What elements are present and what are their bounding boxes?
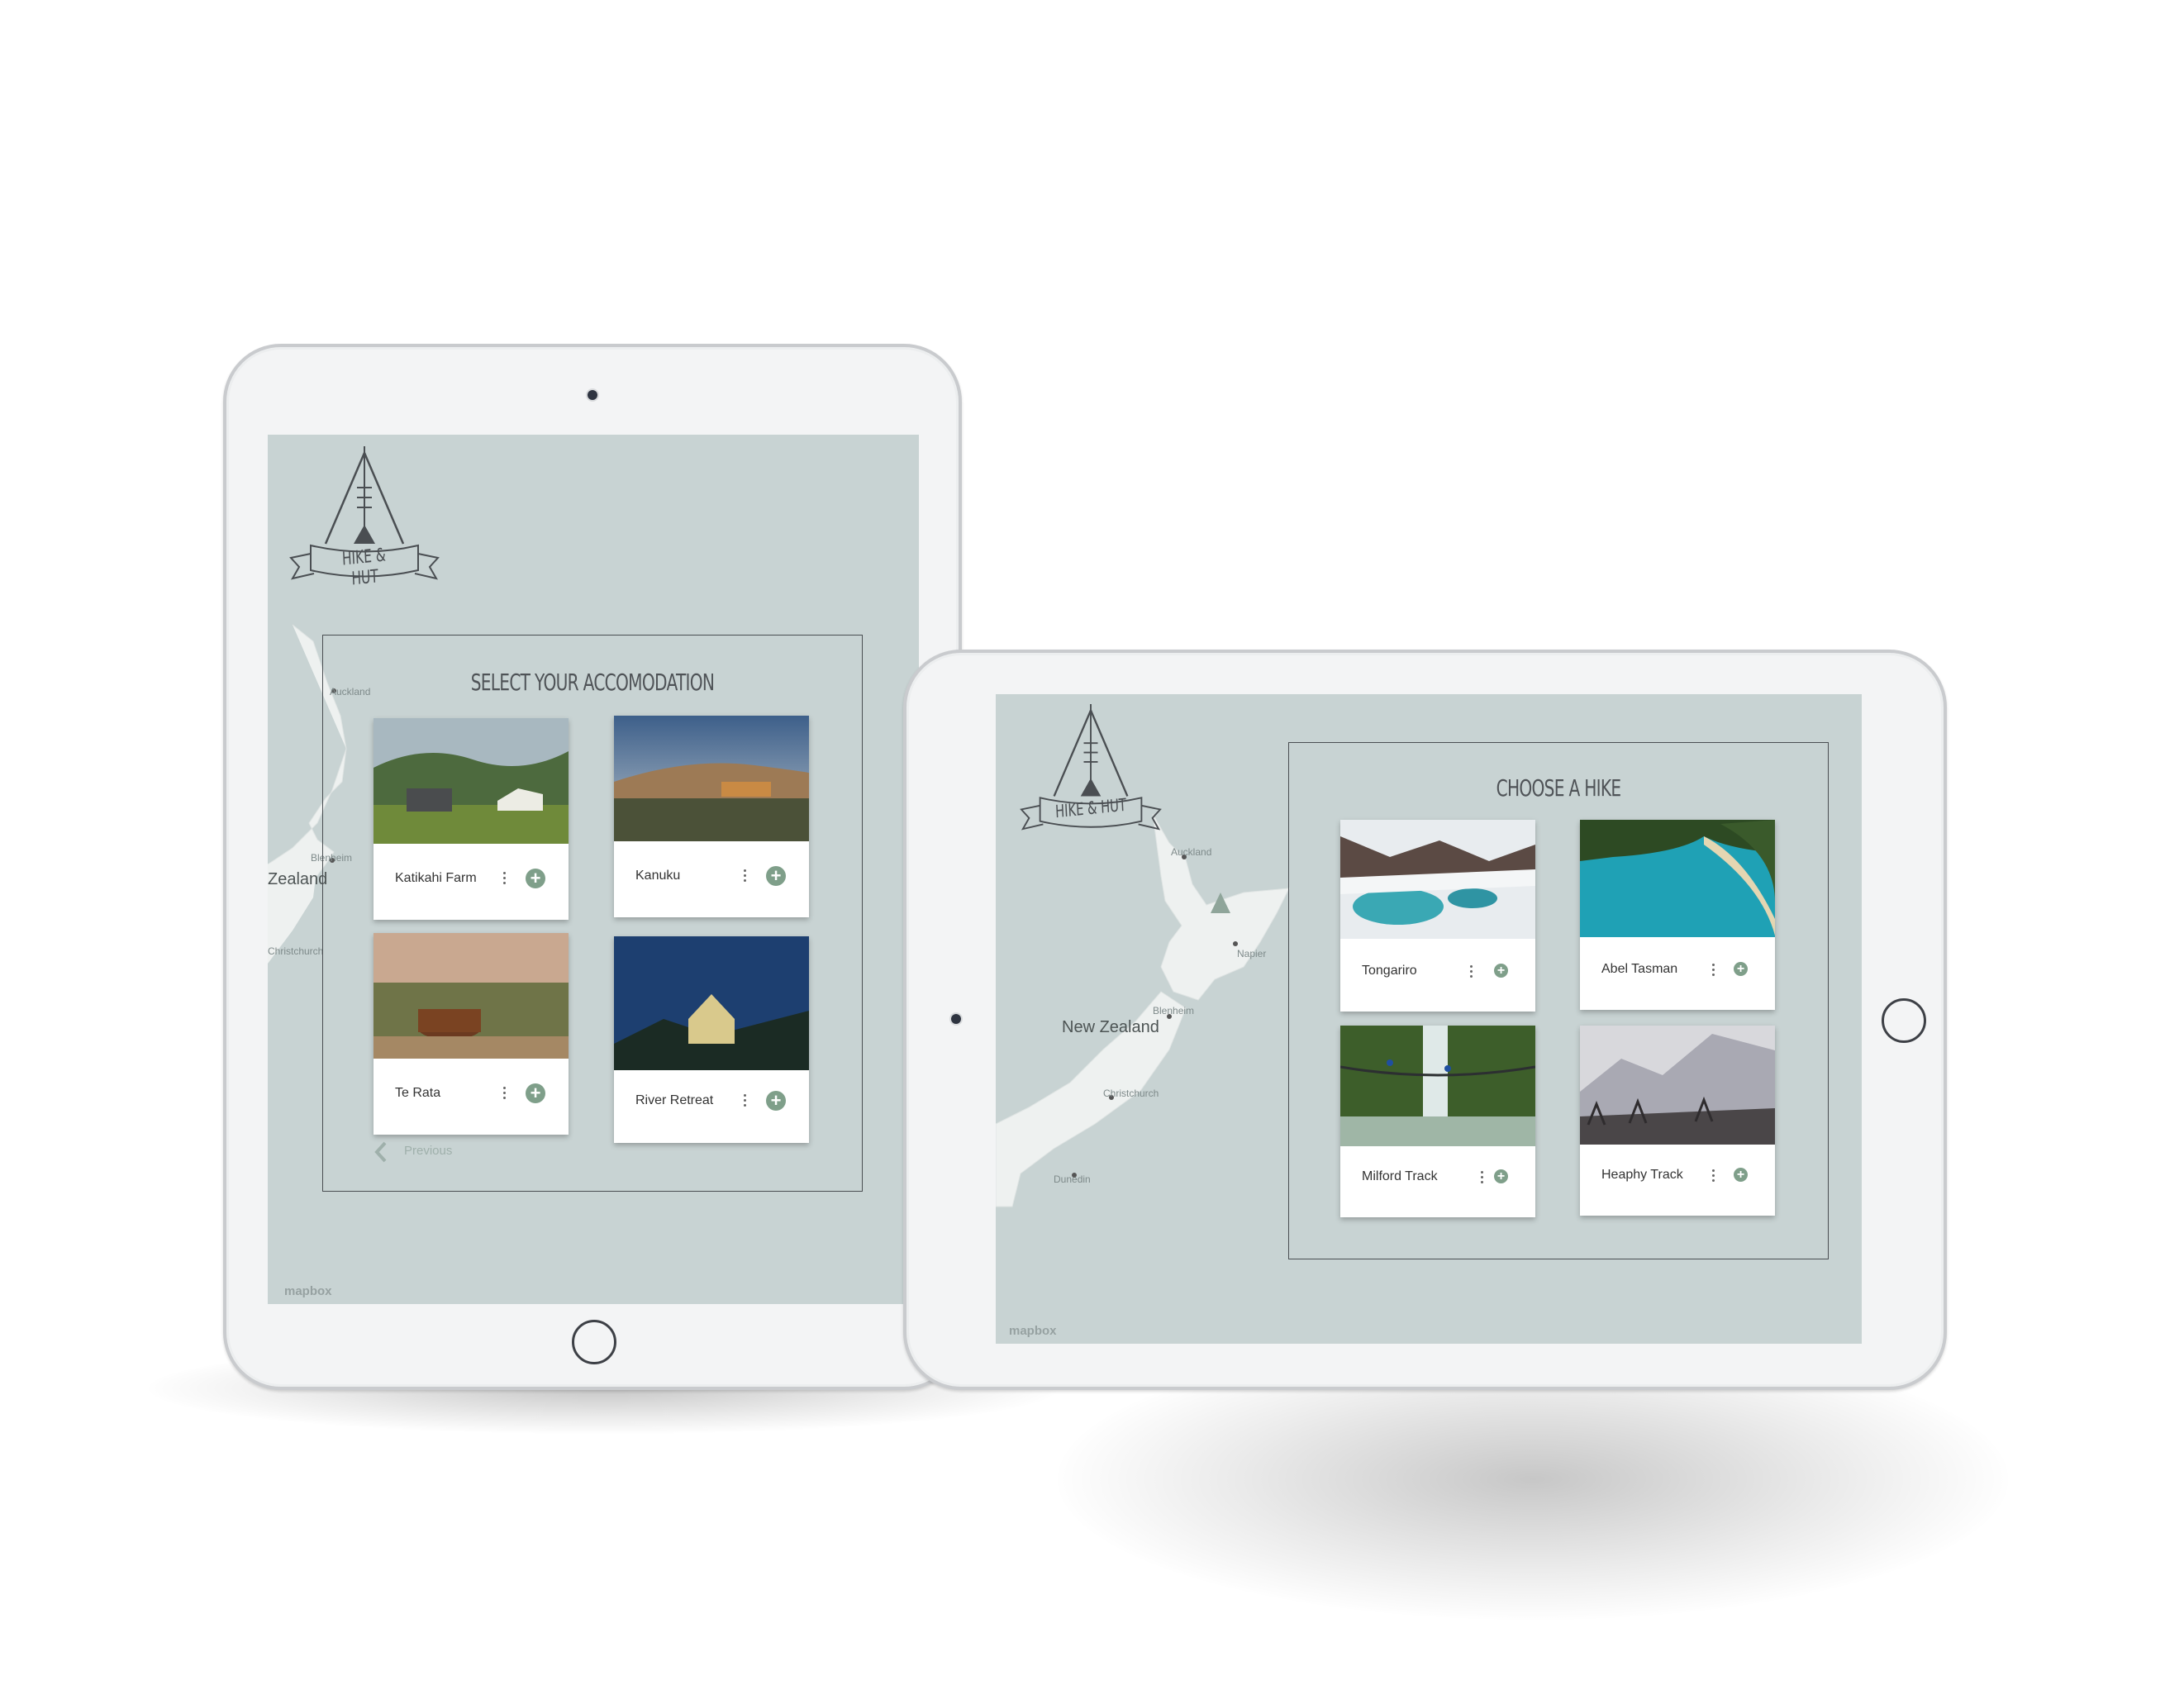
add-icon[interactable]: + bbox=[526, 1083, 545, 1103]
hike-photo bbox=[1580, 820, 1775, 937]
accommodation-name: River Retreat bbox=[635, 1093, 714, 1107]
hike-name: Tongariro bbox=[1362, 964, 1417, 978]
hike-title: CHOOSE A HIKE bbox=[1496, 774, 1622, 802]
mapbox-attribution[interactable]: mapbox bbox=[284, 1284, 332, 1298]
hike-photo bbox=[1340, 1026, 1535, 1146]
accommodation-card-kanuku[interactable]: Kanuku + bbox=[614, 716, 809, 917]
more-options-icon[interactable] bbox=[744, 1094, 747, 1109]
hike-panel: CHOOSE A HIKE Tongariro + Abel Tasman + … bbox=[1288, 742, 1829, 1259]
more-options-icon[interactable] bbox=[1470, 965, 1473, 980]
more-options-icon[interactable] bbox=[744, 869, 747, 884]
hike-card-milford-track[interactable]: Milford Track + bbox=[1340, 1026, 1535, 1217]
map-label-auckland: Auckland bbox=[1171, 846, 1212, 858]
hike-photo bbox=[1580, 1026, 1775, 1145]
previous-label: Previous bbox=[404, 1144, 453, 1158]
add-icon[interactable]: + bbox=[1734, 962, 1748, 976]
more-options-icon[interactable] bbox=[1712, 1169, 1715, 1184]
accommodation-card-katikahi[interactable]: Katikahi Farm + bbox=[374, 718, 569, 920]
home-button[interactable] bbox=[1882, 998, 1926, 1043]
home-button[interactable] bbox=[572, 1320, 616, 1364]
mapbox-attribution[interactable]: mapbox bbox=[1009, 1324, 1057, 1338]
add-icon[interactable]: + bbox=[766, 866, 786, 886]
accommodation-photo bbox=[614, 716, 809, 841]
hike-card-tongariro[interactable]: Tongariro + bbox=[1340, 820, 1535, 1012]
accommodation-title: SELECT YOUR ACCOMODATION bbox=[470, 669, 715, 696]
accommodation-name: Katikahi Farm bbox=[395, 871, 477, 885]
map-label-blenheim: Blenheim bbox=[1153, 1005, 1195, 1016]
chevron-left-icon bbox=[374, 1141, 387, 1163]
accommodation-photo bbox=[374, 718, 569, 844]
more-options-icon[interactable] bbox=[1712, 964, 1715, 978]
accommodation-photo bbox=[614, 936, 809, 1070]
tablet-landscape: Auckland Napier New Zealand Blenheim Chr… bbox=[903, 650, 1947, 1390]
hike-screen: Auckland Napier New Zealand Blenheim Chr… bbox=[996, 694, 1862, 1344]
teepee-icon bbox=[1020, 704, 1162, 831]
previous-button[interactable]: Previous bbox=[374, 1141, 473, 1164]
add-icon[interactable]: + bbox=[1494, 964, 1508, 978]
front-camera bbox=[951, 1014, 961, 1024]
hike-name: Milford Track bbox=[1362, 1169, 1438, 1183]
front-camera bbox=[588, 390, 597, 400]
add-icon[interactable]: + bbox=[526, 869, 545, 888]
hike-photo bbox=[1340, 820, 1535, 939]
more-options-icon[interactable] bbox=[503, 872, 507, 887]
hike-name: Heaphy Track bbox=[1601, 1168, 1683, 1182]
accommodation-panel: SELECT YOUR ACCOMODATION Katikahi Farm + bbox=[322, 635, 863, 1192]
map-label-christchurch: Christchurch bbox=[268, 945, 324, 957]
add-icon[interactable]: + bbox=[1734, 1168, 1748, 1182]
more-options-icon[interactable] bbox=[503, 1087, 507, 1102]
map-label-new-zealand: New Zealand bbox=[1062, 1018, 1159, 1036]
accommodation-card-te-rata[interactable]: Te Rata + bbox=[374, 933, 569, 1135]
hike-and-hut-logo[interactable]: HIKE & HUT bbox=[286, 446, 443, 595]
tablet-portrait: Auckland Blenheim Zealand Christchurch H… bbox=[223, 344, 962, 1390]
hike-name: Abel Tasman bbox=[1601, 962, 1678, 976]
map-label-napier: Napier bbox=[1237, 948, 1267, 959]
map-label-christchurch: Christchurch bbox=[1103, 1088, 1159, 1099]
accommodation-name: Te Rata bbox=[395, 1086, 441, 1100]
hike-and-hut-logo[interactable]: HIKE & HUT bbox=[1012, 704, 1169, 845]
add-icon[interactable]: + bbox=[766, 1091, 786, 1111]
accommodation-name: Kanuku bbox=[635, 869, 681, 883]
more-options-icon[interactable] bbox=[1481, 1171, 1484, 1186]
hike-card-heaphy-track[interactable]: Heaphy Track + bbox=[1580, 1026, 1775, 1216]
accommodation-photo bbox=[374, 933, 569, 1059]
add-icon[interactable]: + bbox=[1494, 1169, 1508, 1183]
accommodation-card-river-retreat[interactable]: River Retreat + bbox=[614, 936, 809, 1143]
map-label-zealand: Zealand bbox=[268, 870, 328, 888]
accommodation-screen: Auckland Blenheim Zealand Christchurch H… bbox=[268, 435, 919, 1304]
hike-card-abel-tasman[interactable]: Abel Tasman + bbox=[1580, 820, 1775, 1010]
map-label-dunedin: Dunedin bbox=[1054, 1173, 1091, 1185]
logo-text: HIKE & HUT bbox=[341, 545, 387, 590]
